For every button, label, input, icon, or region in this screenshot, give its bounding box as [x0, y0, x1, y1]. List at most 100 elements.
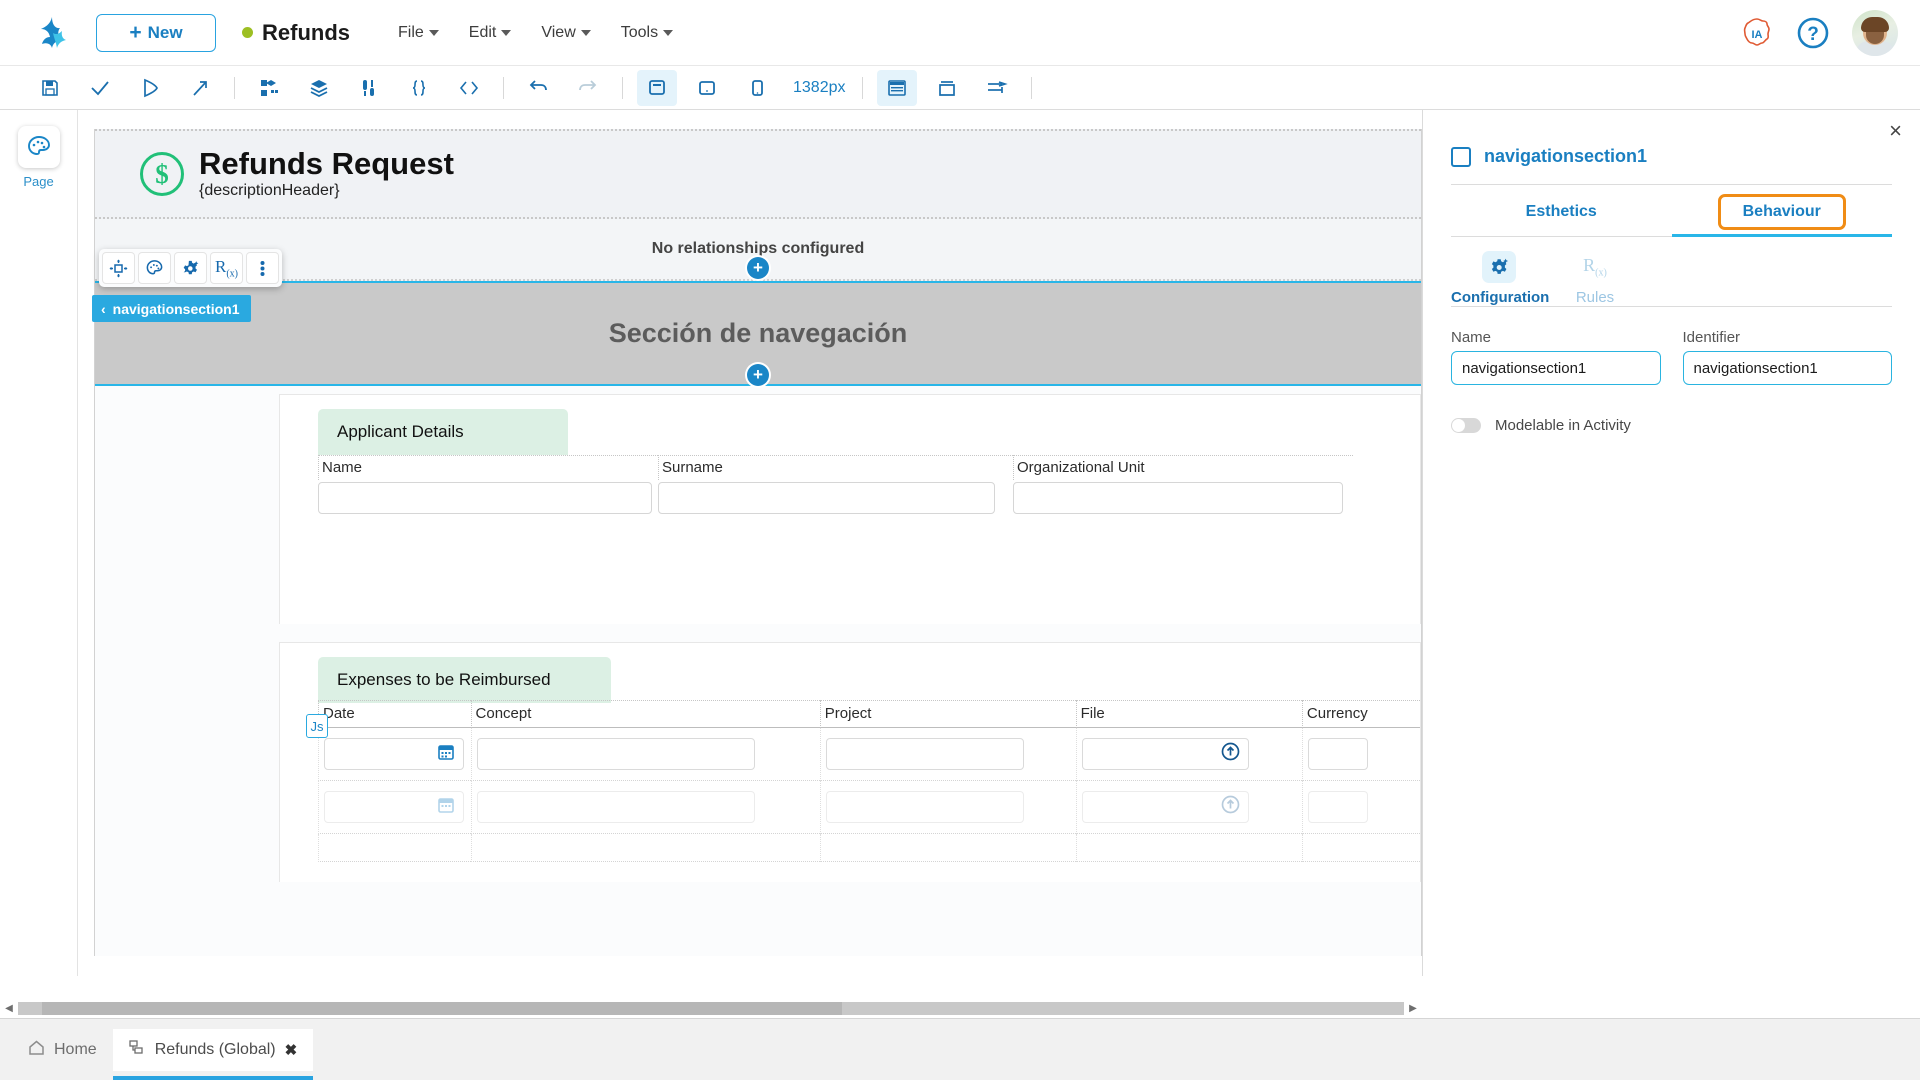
form-canvas[interactable]: $ Refunds Request {descriptionHeader} No… [78, 110, 1422, 976]
form-body: Applicant Details Name Surname Organizat… [95, 394, 1421, 882]
avatar[interactable] [1852, 10, 1898, 56]
redo-icon[interactable] [568, 70, 608, 106]
modelable-toggle[interactable] [1451, 418, 1481, 433]
identifier-input[interactable] [1682, 351, 1892, 385]
project-input[interactable] [825, 738, 1024, 770]
chevron-down-icon [428, 29, 439, 36]
sidebar-item-page[interactable]: Page [17, 126, 60, 189]
svg-text:IA: IA [1752, 29, 1763, 41]
widget-select-checkbox[interactable] [1451, 146, 1471, 167]
navigation-section-widget[interactable]: Sección de navegación + [95, 281, 1421, 386]
calendar-icon[interactable] [437, 743, 455, 766]
left-rail: Page [0, 110, 78, 976]
export-share-icon[interactable] [180, 70, 220, 106]
subtab-rules[interactable]: R(x) Rules [1547, 251, 1643, 306]
chevron-down-icon [580, 29, 591, 36]
project-input-ghost[interactable] [825, 791, 1024, 823]
concept-input-ghost[interactable] [476, 791, 755, 823]
bonita-logo-icon[interactable] [30, 11, 74, 55]
gear-sparkle-icon [1482, 251, 1516, 283]
scrollbar-track[interactable] [18, 1001, 1404, 1015]
panel-title-row: navigationsection1 [1451, 110, 1892, 184]
modal-container-icon[interactable] [927, 70, 967, 106]
layers-stack-icon[interactable] [299, 70, 339, 106]
container-panel-icon[interactable] [876, 69, 917, 106]
field-name-input[interactable] [318, 482, 652, 514]
add-node-bottom[interactable]: + [747, 364, 769, 386]
bottom-tab-home[interactable]: Home [12, 1029, 113, 1071]
close-icon[interactable]: ✖ [285, 1041, 298, 1059]
subtab-configuration[interactable]: Configuration [1451, 251, 1549, 306]
move-handle-icon[interactable] [102, 252, 135, 284]
name-input[interactable] [1451, 351, 1661, 385]
expenses-card: Expenses to be Reimbursed Date Concept P… [279, 642, 1421, 882]
table-row: Js [280, 714, 1420, 781]
form-header-band[interactable]: $ Refunds Request {descriptionHeader} [95, 129, 1421, 219]
form-header-text: Refunds Request {descriptionHeader} [199, 147, 454, 201]
scrollbar-thumb[interactable] [42, 1001, 842, 1015]
menu-edit-label: Edit [468, 23, 497, 41]
chevron-down-icon [501, 29, 512, 36]
gear-configuration-icon[interactable] [174, 252, 207, 284]
panel-tabs: Esthetics Behaviour [1451, 185, 1892, 236]
date-input-ghost[interactable] [324, 791, 464, 823]
help-icon[interactable]: ? [1796, 16, 1830, 50]
tab-behaviour[interactable]: Behaviour [1743, 203, 1821, 221]
new-button-label: New [147, 22, 183, 42]
undo-icon[interactable] [518, 70, 558, 106]
js-badge[interactable]: Js [306, 714, 328, 738]
toolbar-divider [503, 76, 504, 99]
file-input-ghost[interactable] [1081, 791, 1249, 823]
widgets-grid-icon[interactable] [249, 70, 289, 106]
code-brackets-icon[interactable] [449, 70, 489, 106]
tablet-preview-icon[interactable] [687, 70, 727, 106]
close-icon[interactable]: × [1889, 120, 1902, 142]
status-dot-icon [242, 27, 253, 38]
panel-widget-name: navigationsection1 [1484, 146, 1648, 166]
json-braces-icon[interactable] [399, 70, 439, 106]
currency-input[interactable] [1307, 738, 1368, 770]
desktop-preview-icon[interactable] [637, 69, 677, 106]
more-options-icon[interactable] [246, 252, 279, 284]
zoom-width-value[interactable]: 1382px [793, 79, 846, 97]
cell-currency-ghost [1301, 781, 1420, 834]
add-node-top[interactable]: + [747, 257, 769, 279]
field-surname-input[interactable] [658, 482, 995, 514]
page-subtitle: {descriptionHeader} [199, 182, 340, 200]
menu-tools[interactable]: Tools [621, 24, 674, 42]
save-icon[interactable] [30, 70, 70, 106]
menu-view[interactable]: View [541, 24, 591, 42]
palette-esthetics-icon[interactable] [138, 252, 171, 284]
validate-check-icon[interactable] [80, 70, 120, 106]
form-container-icon[interactable] [977, 70, 1017, 106]
tab-esthetics[interactable]: Esthetics [1451, 197, 1672, 227]
upload-circle-icon[interactable] [1221, 742, 1240, 766]
selected-widget-tag[interactable]: ‹ navigationsection1 [92, 295, 252, 322]
date-input[interactable] [324, 738, 464, 770]
concept-input[interactable] [476, 738, 755, 770]
new-button[interactable]: + New [96, 13, 216, 52]
field-surname-label: Surname [658, 455, 1013, 480]
expenses-table-header: Date Concept Project File Currency [280, 700, 1420, 728]
menu-file[interactable]: File [398, 24, 439, 42]
selected-widget-label: navigationsection1 [112, 300, 240, 317]
scroll-left-arrow-icon[interactable]: ◀ [0, 1003, 18, 1014]
rules-rx-icon[interactable]: R(x) [210, 252, 243, 284]
file-input[interactable] [1081, 738, 1249, 770]
menu-edit[interactable]: Edit [469, 24, 512, 42]
scroll-right-arrow-icon[interactable]: ▶ [1404, 1003, 1422, 1014]
variables-icon[interactable] [349, 70, 389, 106]
widget-float-toolbar: R(x) [99, 249, 282, 287]
ia-assistant-icon[interactable]: IA [1740, 16, 1774, 50]
menu-file-label: File [398, 23, 424, 41]
diagram-icon [129, 1039, 146, 1061]
cell-file-ghost [1075, 781, 1302, 834]
currency-input-ghost[interactable] [1307, 791, 1368, 823]
document-title: Refunds [242, 20, 350, 46]
run-play-icon[interactable] [130, 70, 170, 106]
bottom-tab-refunds[interactable]: Refunds (Global) ✖ [112, 1028, 314, 1080]
mobile-preview-icon[interactable] [737, 70, 777, 106]
horizontal-scrollbar[interactable]: ◀ ▶ [0, 998, 1422, 1018]
column-header-concept: Concept [470, 700, 820, 728]
field-org-unit-input[interactable] [1013, 482, 1343, 514]
